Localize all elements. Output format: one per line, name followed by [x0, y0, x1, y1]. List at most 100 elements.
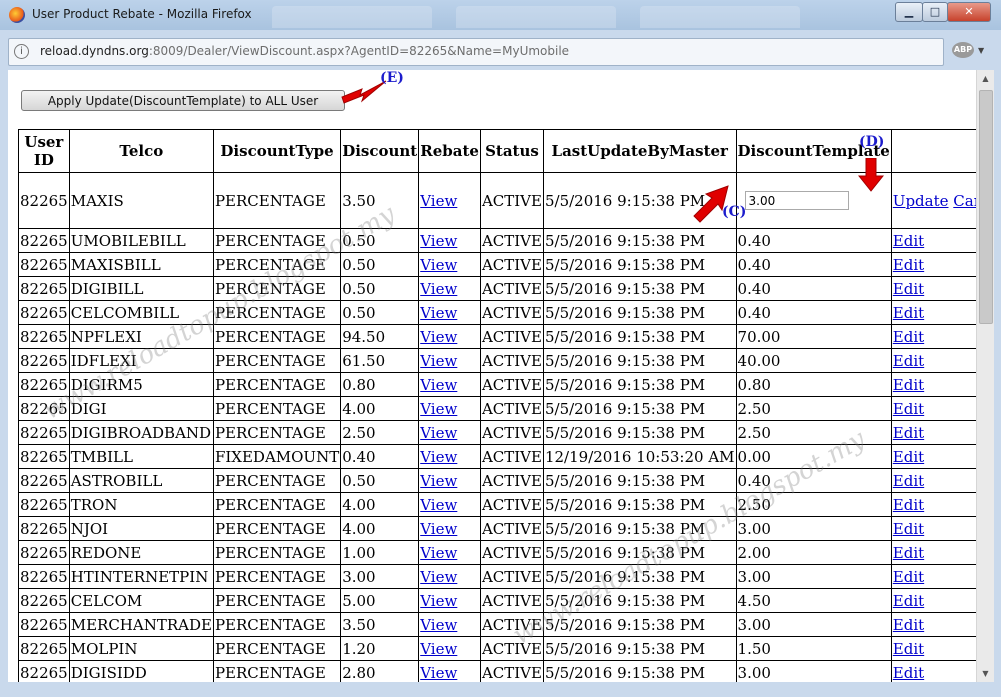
- url-text[interactable]: reload.dyndns.org:8009/Dealer/ViewDiscou…: [40, 44, 569, 58]
- cell-rebate: View: [418, 252, 481, 277]
- cell-discounttype: FIXEDAMOUNT: [212, 444, 342, 469]
- edit-link[interactable]: Edit: [893, 616, 924, 634]
- cell-template: 3.00: [735, 564, 892, 589]
- edit-link[interactable]: Edit: [893, 424, 924, 442]
- edit-link[interactable]: Edit: [893, 544, 924, 562]
- edit-link[interactable]: Edit: [893, 592, 924, 610]
- cell-status: ACTIVE: [479, 636, 544, 661]
- cell-rebate: View: [418, 348, 481, 373]
- view-link[interactable]: View: [420, 400, 457, 418]
- view-link[interactable]: View: [420, 192, 457, 210]
- edit-link[interactable]: Edit: [893, 496, 924, 514]
- cell-rebate: View: [418, 660, 481, 682]
- apply-update-all-button[interactable]: Apply Update(DiscountTemplate) to ALL Us…: [21, 90, 345, 111]
- adblock-icon[interactable]: ABP: [952, 42, 974, 58]
- view-link[interactable]: View: [420, 616, 457, 634]
- cell-template: 0.00: [735, 444, 892, 469]
- view-link[interactable]: View: [420, 520, 457, 538]
- cell-telco: MERCHANTRADE: [68, 612, 214, 637]
- edit-link[interactable]: Edit: [893, 304, 924, 322]
- view-link[interactable]: View: [420, 376, 457, 394]
- edit-link[interactable]: Edit: [893, 640, 924, 658]
- edit-link[interactable]: Edit: [893, 256, 924, 274]
- view-link[interactable]: View: [420, 640, 457, 658]
- cell-userid: 82265: [18, 300, 70, 325]
- cell-status: ACTIVE: [479, 540, 544, 565]
- cell-action: Edit: [890, 516, 976, 541]
- view-link[interactable]: View: [420, 328, 457, 346]
- cell-template: 2.50: [735, 420, 892, 445]
- edit-link[interactable]: Edit: [893, 664, 924, 682]
- minimize-button[interactable]: ▁: [895, 2, 923, 22]
- scrollbar-thumb[interactable]: [979, 90, 993, 324]
- cell-userid: 82265: [18, 588, 70, 613]
- cell-template: 1.50: [735, 636, 892, 661]
- cancel-link[interactable]: Cancel: [953, 192, 976, 210]
- edit-link[interactable]: Edit: [893, 328, 924, 346]
- cell-discounttype: PERCENTAGE: [212, 660, 342, 682]
- cell-action: Edit: [890, 252, 976, 277]
- info-icon[interactable]: i: [14, 44, 29, 59]
- cell-discount: 0.50: [340, 300, 420, 325]
- cell-discounttype: PERCENTAGE: [212, 588, 342, 613]
- edit-link[interactable]: Edit: [893, 376, 924, 394]
- view-link[interactable]: View: [420, 472, 457, 490]
- view-link[interactable]: View: [420, 280, 457, 298]
- cell-telco: ASTROBILL: [68, 468, 214, 493]
- view-link[interactable]: View: [420, 496, 457, 514]
- view-link[interactable]: View: [420, 424, 457, 442]
- scroll-down-icon[interactable]: ▼: [977, 665, 994, 682]
- cell-action: Edit: [890, 564, 976, 589]
- cell-lastupdate: 5/5/2016 9:15:38 PM: [542, 540, 737, 565]
- cell-discount: 2.80: [340, 660, 420, 682]
- header-action: [890, 129, 976, 173]
- scroll-up-icon[interactable]: ▲: [977, 70, 994, 87]
- close-button[interactable]: ✕: [947, 2, 991, 22]
- cell-action: Edit: [890, 396, 976, 421]
- cell-telco: DIGISIDD: [68, 660, 214, 682]
- view-link[interactable]: View: [420, 352, 457, 370]
- cell-discount-type: PERCENTAGE: [212, 172, 342, 229]
- edit-link[interactable]: Edit: [893, 280, 924, 298]
- maximize-button[interactable]: □: [922, 2, 948, 22]
- cell-discounttype: PERCENTAGE: [212, 420, 342, 445]
- cell-discount: 3.50: [340, 172, 420, 229]
- view-link[interactable]: View: [420, 664, 457, 682]
- update-link[interactable]: Update: [893, 192, 949, 210]
- cell-discounttype: PERCENTAGE: [212, 492, 342, 517]
- cell-telco: MOLPIN: [68, 636, 214, 661]
- cell-userid: 82265: [18, 396, 70, 421]
- view-link[interactable]: View: [420, 568, 457, 586]
- cell-status: ACTIVE: [479, 444, 544, 469]
- edit-link[interactable]: Edit: [893, 568, 924, 586]
- view-link[interactable]: View: [420, 232, 457, 250]
- view-link[interactable]: View: [420, 592, 457, 610]
- table-row: 82265 HTINTERNETPIN PERCENTAGE 3.00 View ACTI…: [18, 564, 976, 589]
- chevron-down-icon[interactable]: ▼: [978, 46, 984, 55]
- cell-status: ACTIVE: [479, 300, 544, 325]
- view-link[interactable]: View: [420, 304, 457, 322]
- cell-telco: CELCOM: [68, 588, 214, 613]
- page-content: Apply Update(DiscountTemplate) to ALL Us…: [8, 70, 976, 682]
- cell-discounttype: PERCENTAGE: [212, 348, 342, 373]
- cell-userid: 82265: [18, 420, 70, 445]
- header-last-update: LastUpdateByMaster: [542, 129, 737, 173]
- edit-link[interactable]: Edit: [893, 448, 924, 466]
- view-link[interactable]: View: [420, 256, 457, 274]
- view-link[interactable]: View: [420, 544, 457, 562]
- edit-link[interactable]: Edit: [893, 472, 924, 490]
- vertical-scrollbar[interactable]: ▲ ▼: [976, 70, 994, 682]
- cell-telco: DIGIBILL: [68, 276, 214, 301]
- cell-userid: 82265: [18, 612, 70, 637]
- edit-link[interactable]: Edit: [893, 520, 924, 538]
- view-link[interactable]: View: [420, 448, 457, 466]
- cell-discount: 1.00: [340, 540, 420, 565]
- edit-link[interactable]: Edit: [893, 400, 924, 418]
- cell-discount: 1.20: [340, 636, 420, 661]
- edit-link[interactable]: Edit: [893, 352, 924, 370]
- discount-template-input[interactable]: [744, 191, 849, 211]
- cell-userid: 82265: [18, 636, 70, 661]
- cell-lastupdate: 5/5/2016 9:15:38 PM: [542, 324, 737, 349]
- cell-action: Edit: [890, 348, 976, 373]
- edit-link[interactable]: Edit: [893, 232, 924, 250]
